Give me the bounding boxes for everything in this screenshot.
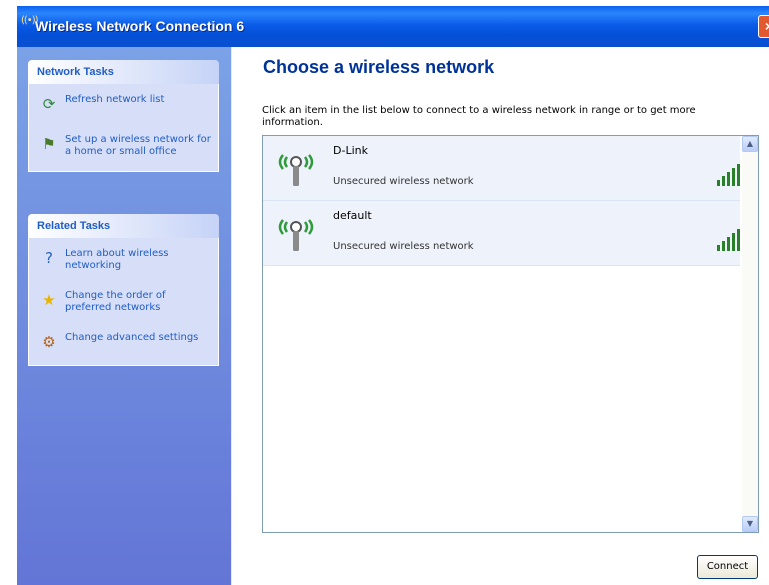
network-name: D-Link (333, 144, 368, 157)
close-button[interactable]: × (758, 15, 769, 38)
wireless-antenna-icon (278, 154, 314, 186)
network-item-default[interactable]: default Unsecured wireless network (263, 201, 740, 266)
setup-network-icon: ⚑ (42, 135, 56, 153)
wireless-connection-window: ((•)) Wireless Network Connection 6 × Ne… (17, 6, 769, 585)
network-tasks-list: ⟳ Refresh network list ⚑ Set up a wirele… (28, 84, 219, 172)
change-advanced-settings-link[interactable]: ⚙ Change advanced settings (29, 327, 218, 357)
connect-button[interactable]: Connect (697, 555, 758, 579)
page-title: Choose a wireless network (263, 57, 495, 77)
main-panel: Choose a wireless network Click an item … (232, 47, 769, 585)
instructions-text: Click an item in the list below to conne… (262, 105, 696, 128)
wireless-antenna-icon (278, 219, 314, 251)
list-scrollbar[interactable]: ▲ ▼ (742, 136, 758, 532)
refresh-icon: ⟳ (42, 95, 56, 113)
sidebar: Network Tasks ⟳ Refresh network list ⚑ S… (17, 47, 231, 585)
setup-wireless-network-link[interactable]: ⚑ Set up a wireless network for a home o… (29, 129, 218, 163)
settings-icon: ⚙ (42, 333, 56, 351)
learn-wireless-label: Learn about wireless networking (65, 248, 169, 271)
signal-strength-icon (717, 229, 740, 251)
signal-strength-icon (717, 164, 740, 186)
network-name: default (333, 209, 372, 222)
learn-wireless-link[interactable]: ? Learn about wireless networking (29, 243, 218, 277)
network-tasks-panel: Network Tasks ⟳ Refresh network list ⚑ S… (28, 60, 219, 172)
star-icon: ★ (42, 291, 56, 309)
scroll-up-button[interactable]: ▲ (742, 136, 758, 152)
setup-wireless-network-label: Set up a wireless network for a home or … (65, 134, 211, 157)
related-tasks-list: ? Learn about wireless networking ★ Chan… (28, 238, 219, 366)
refresh-network-list-label: Refresh network list (65, 94, 165, 105)
refresh-network-list-link[interactable]: ⟳ Refresh network list (29, 89, 218, 119)
change-advanced-settings-label: Change advanced settings (65, 332, 199, 343)
window-title: Wireless Network Connection 6 (35, 18, 245, 34)
network-status: Unsecured wireless network (333, 241, 474, 252)
network-tasks-heading: Network Tasks (28, 60, 219, 84)
network-status: Unsecured wireless network (333, 176, 474, 187)
related-tasks-heading: Related Tasks (28, 214, 219, 238)
help-icon: ? (45, 249, 53, 267)
related-tasks-panel: Related Tasks ? Learn about wireless net… (28, 214, 219, 366)
network-item-d-link[interactable]: D-Link Unsecured wireless network (263, 136, 740, 201)
change-network-order-link[interactable]: ★ Change the order of preferred networks (29, 285, 218, 319)
network-list[interactable]: D-Link Unsecured wireless network defaul… (262, 135, 759, 533)
change-network-order-label: Change the order of preferred networks (65, 290, 166, 313)
scroll-down-button[interactable]: ▼ (742, 516, 758, 532)
title-bar[interactable]: ((•)) Wireless Network Connection 6 × (17, 6, 769, 47)
